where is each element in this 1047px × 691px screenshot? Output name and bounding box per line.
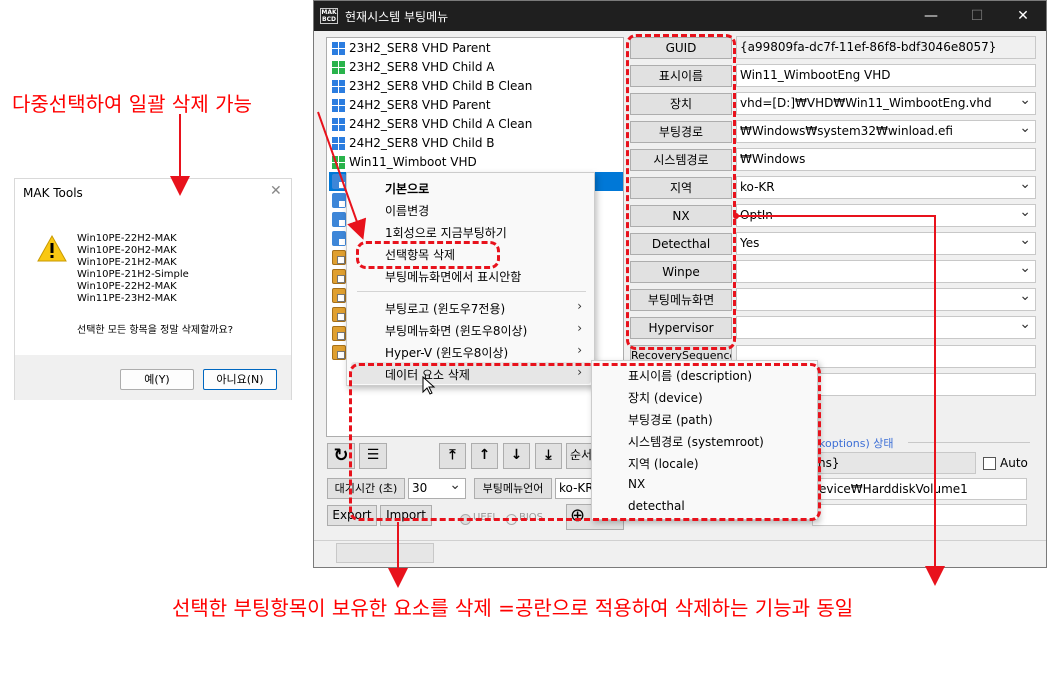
arrow-to-delete-item — [317, 111, 367, 240]
arrow-to-note-right — [736, 215, 945, 586]
annotation-arrows — [170, 111, 945, 588]
